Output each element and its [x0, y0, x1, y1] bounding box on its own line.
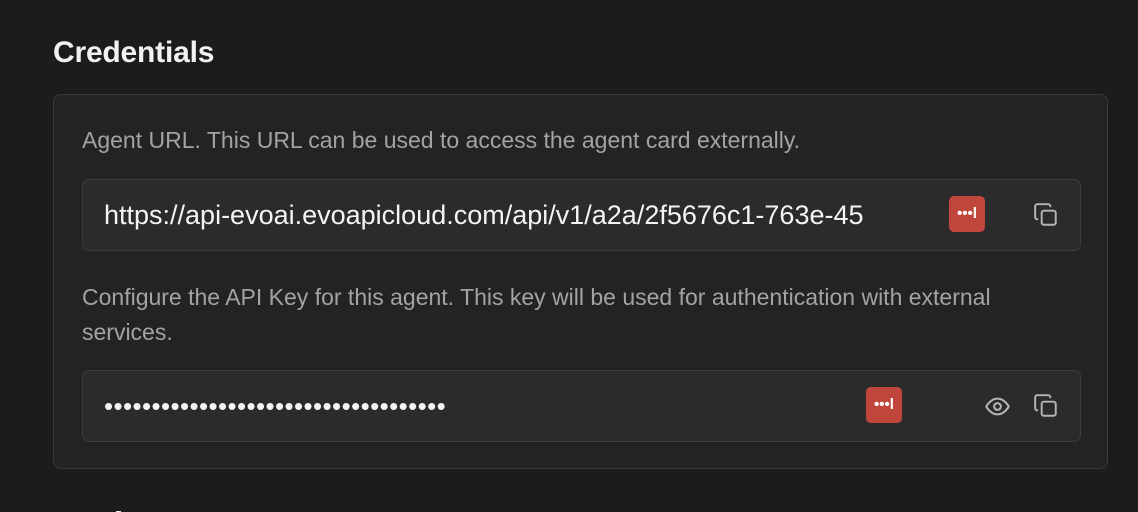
credentials-title: Credentials	[53, 36, 215, 69]
copy-api-key-button[interactable]	[1029, 389, 1063, 423]
api-key-masked-value[interactable]: ••••••••••••••••••••••••••••••••••••	[104, 371, 864, 441]
copy-url-button[interactable]	[1029, 198, 1063, 232]
next-section-heading-cutoff	[85, 504, 165, 512]
credentials-card: Agent URL. This URL can be used to acces…	[53, 94, 1108, 469]
copy-icon	[1034, 203, 1057, 226]
api-key-description: Configure the API Key for this agent. Th…	[82, 284, 991, 345]
password-manager-badge[interactable]: •••l	[866, 387, 902, 423]
show-api-key-button[interactable]	[980, 389, 1014, 423]
copy-icon	[1034, 394, 1057, 417]
eye-icon	[984, 397, 1010, 415]
agent-url-description: Agent URL. This URL can be used to acces…	[82, 127, 801, 153]
agent-url-value[interactable]: https://api-evoai.evoapicloud.com/api/v1…	[104, 180, 1026, 250]
agent-url-field[interactable]: https://api-evoai.evoapicloud.com/api/v1…	[82, 179, 1081, 251]
password-manager-badge[interactable]: •••l	[949, 196, 985, 232]
api-key-field[interactable]: •••••••••••••••••••••••••••••••••••• •••…	[82, 370, 1081, 442]
